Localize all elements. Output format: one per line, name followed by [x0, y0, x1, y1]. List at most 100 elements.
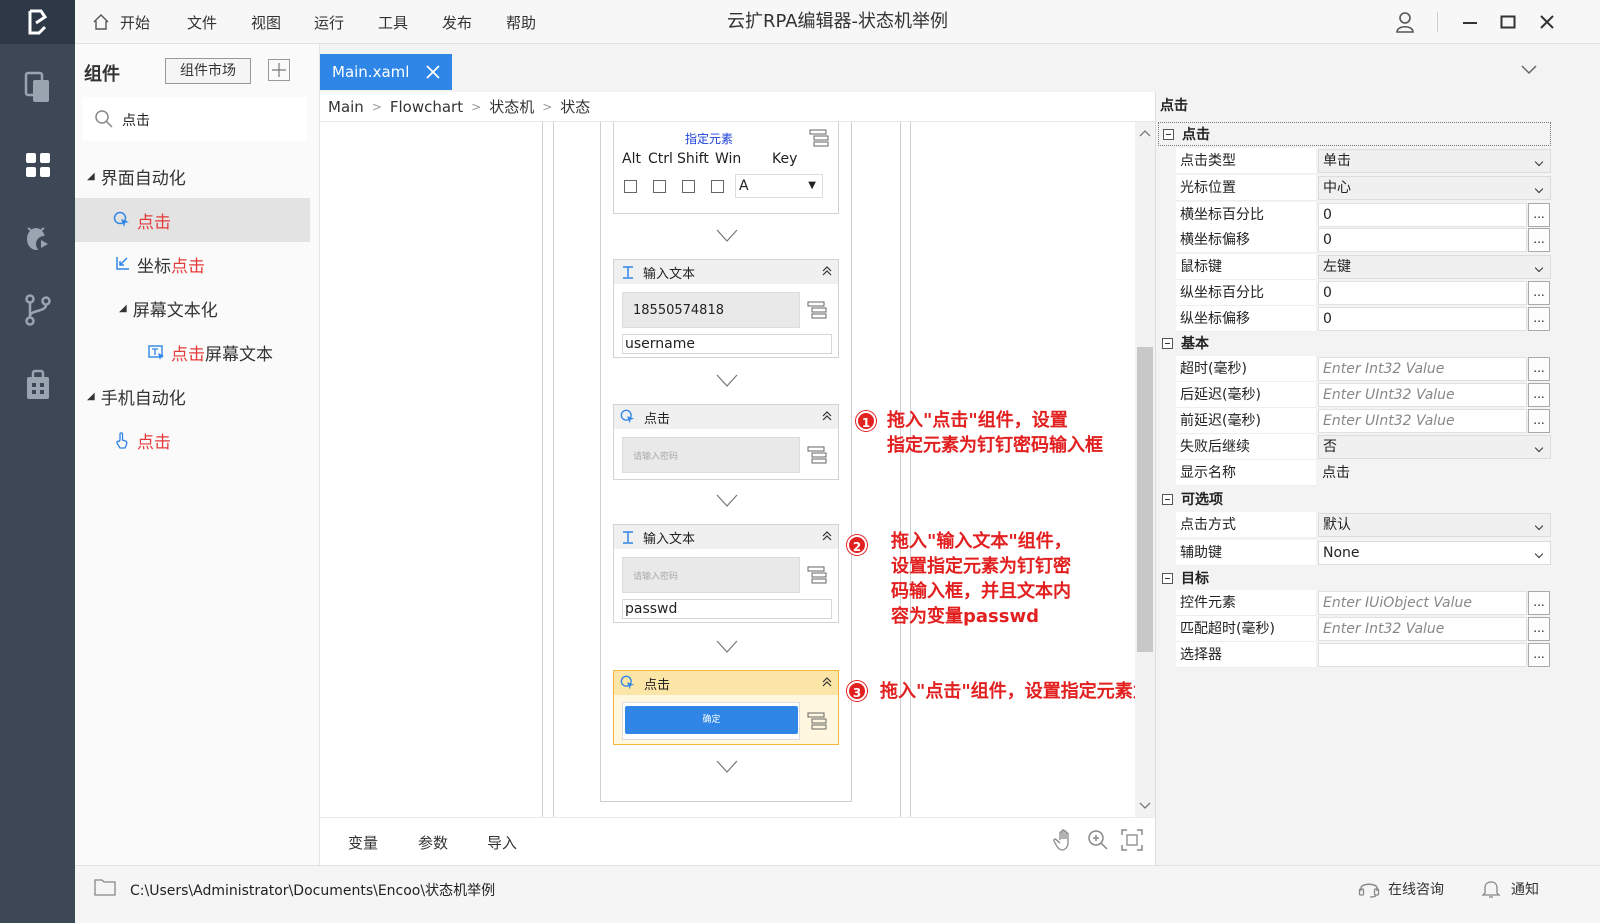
- x-offset-input[interactable]: 0: [1318, 228, 1527, 252]
- collapse-box-icon[interactable]: [1162, 572, 1173, 584]
- collapse-box-icon[interactable]: [1163, 128, 1174, 140]
- hotkey-element-label[interactable]: 指定元素: [685, 130, 733, 147]
- maximize-icon[interactable]: [1493, 0, 1523, 44]
- arguments-tab[interactable]: 参数: [418, 832, 448, 853]
- ellipsis-button[interactable]: ...: [1528, 617, 1550, 641]
- after-delay-input[interactable]: Enter UInt32 Value: [1318, 383, 1527, 407]
- menu-run[interactable]: 运行: [314, 0, 344, 44]
- target-element-preview[interactable]: 确定: [625, 706, 798, 734]
- checkbox-win[interactable]: [711, 180, 724, 193]
- element-picker-icon[interactable]: [806, 445, 828, 465]
- package-icon[interactable]: [0, 355, 75, 415]
- target-element-preview[interactable]: 请输入密码: [622, 557, 800, 593]
- click-activity[interactable]: 点击 请输入密码: [613, 404, 839, 480]
- hand-pan-icon[interactable]: [1052, 828, 1076, 852]
- tree-item-mobile-automation[interactable]: ◢ 手机自动化: [75, 374, 310, 418]
- element-picker-icon[interactable]: [806, 300, 828, 320]
- key-select[interactable]: A ▼: [735, 174, 823, 198]
- variables-tab[interactable]: 变量: [348, 832, 378, 853]
- collapse-box-icon[interactable]: [1162, 493, 1173, 505]
- collapse-icon[interactable]: [821, 530, 833, 542]
- continue-on-error-select[interactable]: 否: [1318, 435, 1551, 459]
- match-timeout-input[interactable]: Enter Int32 Value: [1318, 617, 1527, 641]
- control-element-input[interactable]: Enter IUiObject Value: [1318, 591, 1527, 615]
- display-name-input[interactable]: 点击: [1322, 460, 1350, 486]
- timeout-input[interactable]: Enter Int32 Value: [1318, 357, 1527, 381]
- tree-item-mobile-click[interactable]: 点击: [75, 418, 310, 462]
- element-picker-icon[interactable]: [806, 565, 828, 585]
- checkbox-shift[interactable]: [682, 180, 695, 193]
- menu-publish[interactable]: 发布: [442, 0, 472, 44]
- add-component-button[interactable]: [268, 59, 290, 81]
- scroll-up-icon[interactable]: [1139, 129, 1151, 137]
- component-search[interactable]: [82, 97, 307, 141]
- selector-input[interactable]: [1318, 643, 1527, 667]
- zoom-icon[interactable]: [1086, 828, 1110, 852]
- documents-icon[interactable]: [0, 58, 75, 118]
- debug-icon[interactable]: [0, 208, 75, 268]
- type-text-activity[interactable]: 输入文本 请输入密码 passwd: [613, 524, 839, 623]
- collapse-box-icon[interactable]: [1162, 337, 1173, 349]
- tree-item-coordinate-click[interactable]: 坐标 点击: [75, 242, 310, 286]
- element-picker-icon[interactable]: [808, 128, 830, 148]
- notifications-button[interactable]: 通知: [1481, 879, 1539, 899]
- click-type-select[interactable]: 单击: [1318, 149, 1551, 173]
- ellipsis-button[interactable]: ...: [1528, 307, 1550, 331]
- ellipsis-button[interactable]: ...: [1528, 357, 1550, 381]
- ellipsis-button[interactable]: ...: [1528, 591, 1550, 615]
- menu-view[interactable]: 视图: [251, 0, 281, 44]
- collapse-icon[interactable]: [821, 410, 833, 422]
- scroll-down-icon[interactable]: [1139, 802, 1151, 810]
- user-icon[interactable]: [1385, 0, 1425, 44]
- target-element-preview[interactable]: 18550574818: [622, 292, 800, 328]
- x-percent-input[interactable]: 0: [1318, 203, 1527, 227]
- text-value-field[interactable]: username: [622, 334, 832, 354]
- workflow-canvas[interactable]: 指定元素 Alt Ctrl Shift Win Key A ▼ 输入文本 185…: [320, 122, 1135, 817]
- menu-help[interactable]: 帮助: [506, 0, 536, 44]
- breadcrumb-state[interactable]: 状态: [560, 96, 590, 117]
- canvas-scrollbar[interactable]: [1135, 122, 1155, 817]
- click-activity-selected[interactable]: 点击 确定: [613, 670, 839, 745]
- section-target[interactable]: 目标: [1158, 566, 1551, 590]
- breadcrumb-state-machine[interactable]: 状态机: [489, 96, 534, 117]
- component-market-button[interactable]: 组件市场: [165, 58, 251, 84]
- ellipsis-button[interactable]: ...: [1528, 643, 1550, 667]
- menu-start[interactable]: 开始: [92, 0, 150, 44]
- section-options[interactable]: 可选项: [1158, 487, 1551, 511]
- chevron-down-icon[interactable]: [1520, 64, 1538, 76]
- tree-item-click[interactable]: 点击: [75, 198, 310, 242]
- fit-screen-icon[interactable]: [1120, 828, 1144, 852]
- hotkey-activity[interactable]: 指定元素 Alt Ctrl Shift Win Key A ▼: [613, 122, 839, 214]
- checkbox-alt[interactable]: [624, 180, 637, 193]
- breadcrumb-main[interactable]: Main: [328, 98, 364, 116]
- menu-tools[interactable]: 工具: [378, 0, 408, 44]
- text-value-field[interactable]: passwd: [622, 599, 832, 619]
- collapse-icon[interactable]: [821, 265, 833, 277]
- target-element-preview[interactable]: 请输入密码: [622, 437, 800, 473]
- cursor-position-select[interactable]: 中心: [1318, 176, 1551, 200]
- section-basic[interactable]: 基本: [1158, 331, 1551, 355]
- element-picker-icon[interactable]: [806, 711, 828, 731]
- checkbox-ctrl[interactable]: [653, 180, 666, 193]
- tree-item-screen-text[interactable]: ◢ 屏幕文本化: [75, 286, 310, 330]
- breadcrumb-flowchart[interactable]: Flowchart: [390, 98, 463, 116]
- components-icon[interactable]: [0, 135, 75, 195]
- tree-item-ui-automation[interactable]: ◢ 界面自动化: [75, 154, 310, 198]
- mouse-button-select[interactable]: 左键: [1318, 255, 1551, 279]
- collapse-icon[interactable]: [821, 676, 833, 688]
- ellipsis-button[interactable]: ...: [1528, 383, 1550, 407]
- y-offset-input[interactable]: 0: [1318, 307, 1527, 331]
- branch-icon[interactable]: [0, 280, 75, 340]
- tab-main-xaml[interactable]: Main.xaml: [320, 54, 452, 90]
- click-mode-select[interactable]: 默认: [1318, 513, 1551, 537]
- menu-file[interactable]: 文件: [187, 0, 217, 44]
- before-delay-input[interactable]: Enter UInt32 Value: [1318, 409, 1527, 433]
- close-icon[interactable]: [1532, 0, 1562, 44]
- ellipsis-button[interactable]: ...: [1528, 409, 1550, 433]
- tab-close-icon[interactable]: [424, 63, 442, 81]
- search-input[interactable]: [122, 109, 292, 131]
- type-text-activity[interactable]: 输入文本 18550574818 username: [613, 259, 839, 358]
- scrollbar-thumb[interactable]: [1137, 347, 1153, 652]
- y-percent-input[interactable]: 0: [1318, 281, 1527, 305]
- online-consult-button[interactable]: 在线咨询: [1358, 879, 1444, 899]
